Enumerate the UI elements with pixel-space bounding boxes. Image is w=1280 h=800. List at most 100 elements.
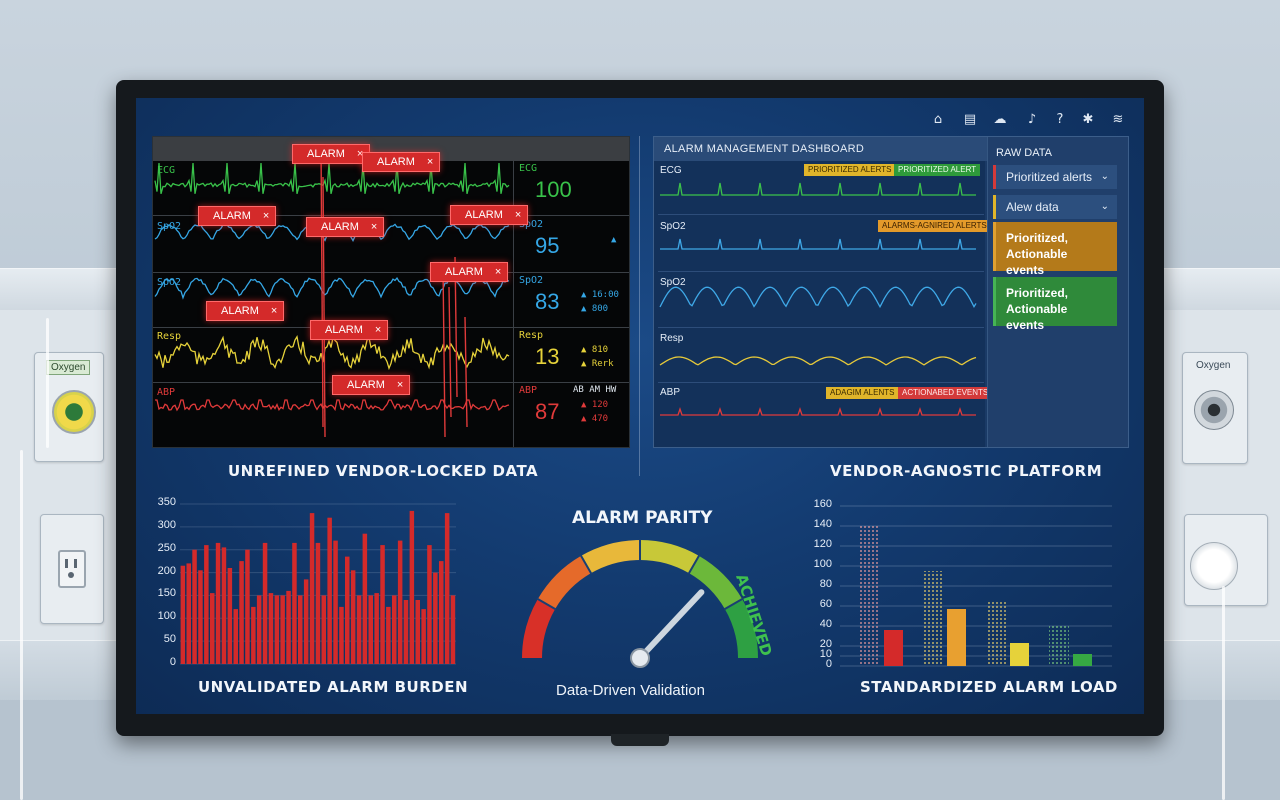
alarm-management-dashboard: ALARM MANAGEMENT DASHBOARD ECG SpO2 SpO2 Re… (653, 136, 1129, 448)
alarm-burden-chart (180, 503, 456, 665)
close-icon[interactable]: × (427, 156, 433, 168)
close-icon[interactable]: × (397, 379, 403, 391)
agnostic-waveforms (659, 182, 977, 416)
alarm-label: ALARM (221, 305, 259, 317)
channel-label: Resp (157, 331, 182, 342)
y-tick-label: 120 (813, 538, 832, 550)
actionable-events-card[interactable]: Prioritized, Actionable events (993, 222, 1117, 277)
burden-bar (268, 593, 274, 664)
channel-label: SpO2 (157, 221, 182, 232)
alarm-badge[interactable]: ALARM × (306, 217, 385, 237)
alarm-badge[interactable]: ALARM × (206, 301, 285, 321)
close-icon[interactable]: × (515, 209, 521, 221)
burden-bar (409, 510, 415, 664)
filter-label: Prioritized alerts (1006, 170, 1093, 184)
burden-bar (215, 542, 221, 664)
gear-icon[interactable]: ✱ (1080, 112, 1096, 128)
burden-bar (192, 549, 197, 664)
bell-icon[interactable]: ♪ (1024, 112, 1040, 128)
chevron-down-icon: ⌄ (1100, 201, 1109, 212)
clean-waveform-spo2 (660, 238, 976, 250)
channel-label: SpO2 (157, 277, 182, 288)
chat-icon[interactable]: ▤ (962, 112, 978, 128)
vital-extra: ▲ 810 (581, 345, 609, 355)
standardized-bar (884, 630, 903, 666)
close-icon[interactable]: × (375, 324, 381, 336)
oxygen-label-left: Oxygen (46, 360, 91, 375)
y-tick-label: 140 (813, 518, 832, 530)
burden-bar (362, 533, 368, 664)
help-icon[interactable]: ? (1052, 112, 1068, 128)
alarm-badge[interactable]: ALARM × (310, 320, 389, 340)
artifact-spike (442, 266, 446, 438)
burden-bar (309, 513, 315, 664)
vital-label: ECG (519, 163, 538, 174)
burden-bar (274, 595, 280, 664)
filter-label: Alew data (1006, 200, 1059, 214)
channel-label: ECG (157, 165, 176, 176)
burden-bar (251, 606, 256, 664)
y-tick-label: 350 (157, 496, 176, 508)
burden-bar (333, 540, 338, 664)
burden-bar (415, 600, 420, 664)
alert-tag[interactable]: PRIORITIZED ALERT (894, 164, 981, 176)
gauge-title: ALARM PARITY (572, 508, 713, 528)
alarm-label: ALARM (377, 156, 415, 168)
alarm-label: ALARM (307, 148, 345, 160)
burden-bar (315, 542, 321, 664)
vital-label: SpO2 (519, 275, 544, 286)
wifi-icon[interactable]: ≋ (1110, 112, 1126, 128)
close-icon[interactable]: × (263, 210, 269, 222)
gauge-segment (522, 598, 556, 659)
card-line: Actionable events (1006, 302, 1068, 332)
burden-bar (239, 561, 244, 664)
oxygen-tube-lower (20, 450, 23, 800)
y-tick-label: 100 (157, 610, 176, 623)
y-tick-label: 80 (819, 578, 832, 590)
filter-dropdown[interactable]: Alew data ⌄ (993, 195, 1117, 219)
gauge-hub (630, 648, 650, 668)
card-line: Prioritized, (1006, 286, 1069, 300)
flowmeter-icon (52, 390, 96, 434)
alert-tag[interactable]: ALARMS-AGNIRED ALERTS (878, 220, 991, 232)
close-icon[interactable]: × (271, 305, 277, 317)
alarm-badge[interactable]: ALARM × (198, 206, 277, 226)
burden-bar (427, 545, 432, 664)
alert-tag[interactable]: ACTIONABED EVENTS (898, 387, 993, 399)
y-tick-label: 40 (819, 618, 832, 630)
burden-bar (227, 568, 233, 664)
burden-bar (386, 606, 391, 664)
burden-bar (186, 563, 191, 664)
channel-label: ABP (157, 387, 176, 398)
alarm-badge[interactable]: ALARM × (450, 205, 529, 225)
y-tick-label: 20 (819, 638, 832, 650)
vital-value: 83 (535, 289, 560, 314)
actionable-events-card[interactable]: Prioritized, Actionable events (993, 277, 1117, 332)
standardized-bar (1010, 643, 1029, 666)
close-icon[interactable]: × (371, 221, 377, 233)
vital-label: Resp (519, 330, 544, 341)
burden-bar (280, 595, 285, 664)
alarm-badge[interactable]: ALARM × (362, 152, 441, 172)
burden-bar (198, 570, 203, 664)
alarm-badge[interactable]: ALARM × (332, 375, 411, 395)
vital-extra: ▲ Rerk (581, 359, 614, 369)
alert-tag[interactable]: ADAGIM ALENTS (826, 387, 899, 399)
socket-icon (58, 550, 86, 588)
burden-bar (256, 595, 262, 664)
plug-icon (1190, 542, 1238, 590)
baseline-bar (986, 601, 1006, 666)
y-tick-label: 50 (163, 633, 176, 646)
filter-dropdown[interactable]: Prioritized alerts ⌄ (993, 165, 1117, 189)
alarm-badge[interactable]: ALARM × (292, 144, 371, 164)
artifact-spike (448, 286, 452, 418)
gauge-segment (639, 540, 700, 574)
burden-bar (444, 513, 450, 664)
home-icon[interactable]: ⌂ (930, 112, 946, 128)
close-icon[interactable]: × (495, 266, 501, 278)
gauge-segment (580, 540, 641, 574)
alarm-badge[interactable]: ALARM × (430, 262, 509, 282)
alert-tag[interactable]: PRIORITIZED ALERTS (804, 164, 896, 176)
cloud-upload-icon[interactable]: ☁ (992, 112, 1008, 128)
y-tick-label: 100 (813, 558, 832, 570)
